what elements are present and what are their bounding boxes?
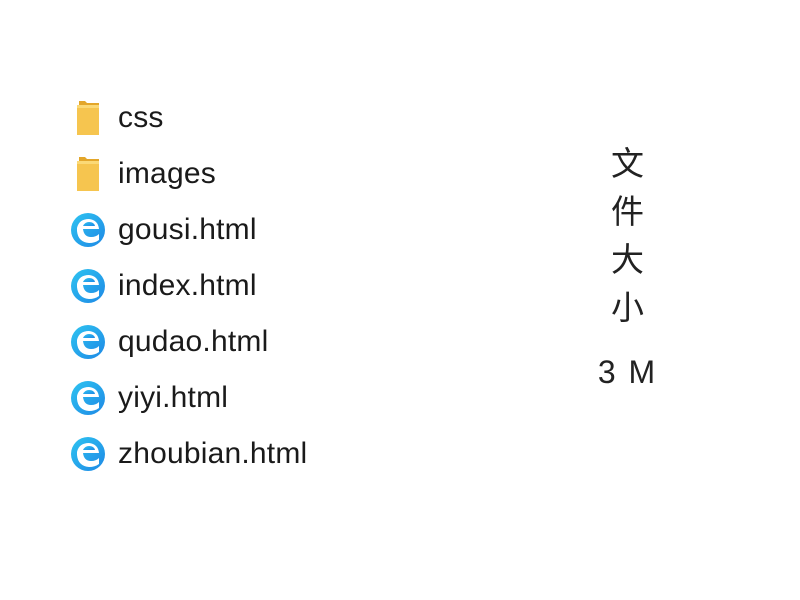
file-size-label: 文件大小 — [611, 144, 644, 327]
file-item-qudao-html[interactable]: qudao.html — [68, 314, 307, 370]
file-item-index-html[interactable]: index.html — [68, 258, 307, 314]
canvas: css images gousi.html index.html qudao.html y… — [0, 0, 800, 600]
edge-html-file-icon — [68, 378, 108, 418]
file-item-yiyi-html[interactable]: yiyi.html — [68, 370, 307, 426]
file-item-zhoubian-html[interactable]: zhoubian.html — [68, 426, 307, 482]
file-name: images — [118, 157, 216, 190]
folder-icon — [68, 154, 108, 194]
file-name: yiyi.html — [118, 381, 229, 414]
edge-html-file-icon — [68, 266, 108, 306]
file-name: index.html — [118, 269, 257, 302]
file-item-gousi-html[interactable]: gousi.html — [68, 202, 307, 258]
file-item-css[interactable]: css — [68, 90, 307, 146]
file-name: qudao.html — [118, 325, 269, 358]
edge-html-file-icon — [68, 434, 108, 474]
file-name: gousi.html — [118, 213, 257, 246]
edge-html-file-icon — [68, 210, 108, 250]
edge-html-file-icon — [68, 322, 108, 362]
folder-icon — [68, 98, 108, 138]
file-name: zhoubian.html — [118, 437, 308, 470]
file-size-value: 3 M — [597, 354, 658, 390]
file-list: css images gousi.html index.html qudao.html y… — [68, 90, 307, 482]
file-name: css — [118, 101, 164, 134]
file-item-images[interactable]: images — [68, 146, 307, 202]
side-info: 文件大小 3 M — [590, 140, 665, 391]
